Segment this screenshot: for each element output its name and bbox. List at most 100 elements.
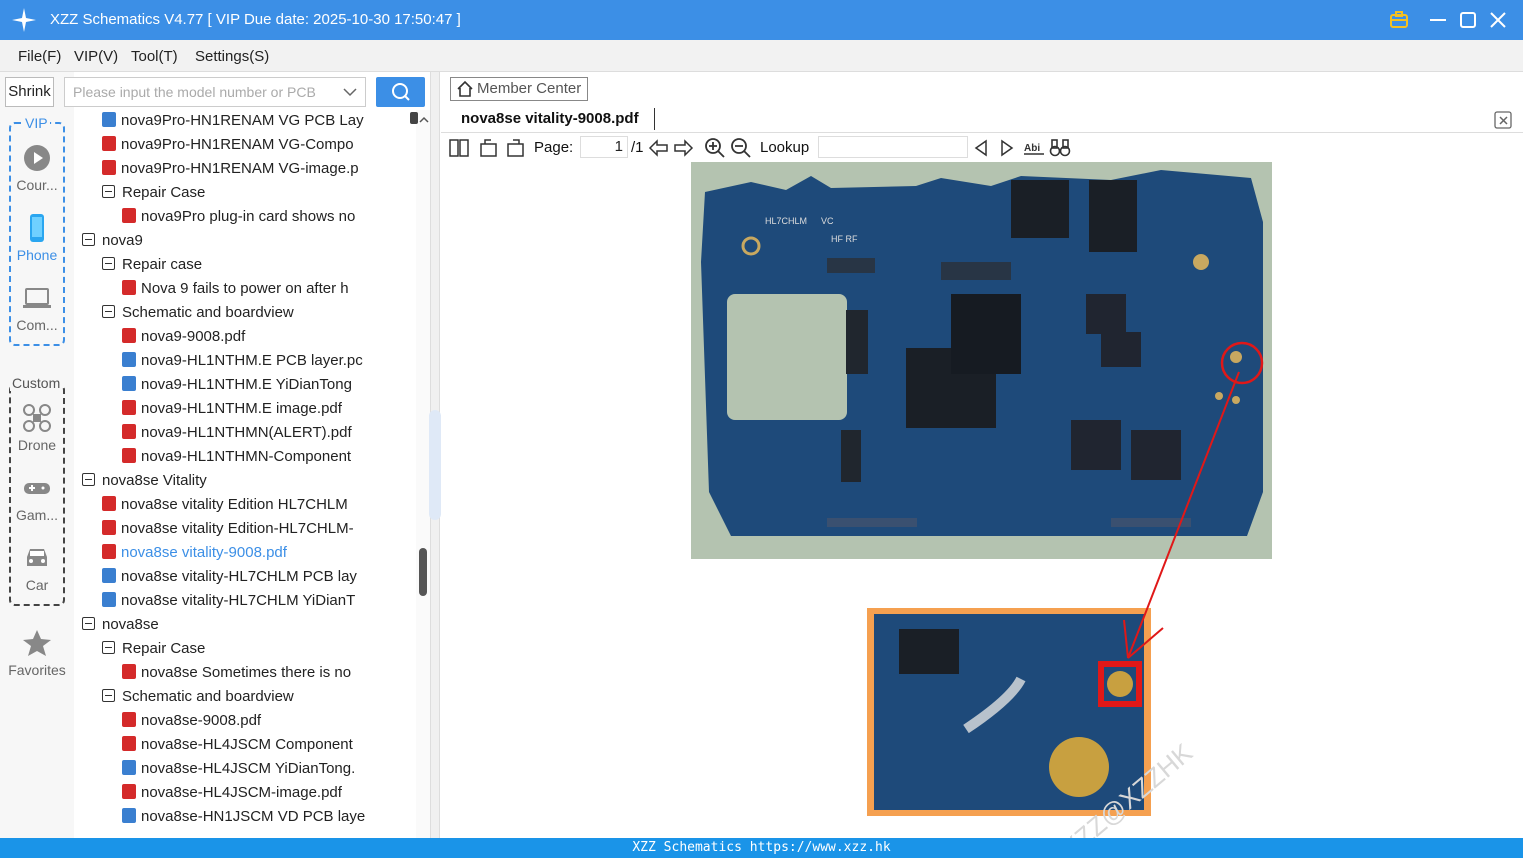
close-icon[interactable] <box>1484 6 1512 34</box>
collapse-icon[interactable] <box>102 689 115 702</box>
shrink-button[interactable]: Shrink <box>5 77 54 107</box>
tree-scroll-thumb[interactable] <box>419 548 427 596</box>
tree-file[interactable]: nova9Pro-HN1RENAM VG-image.p <box>102 158 430 182</box>
tree-file[interactable]: nova9Pro-HN1RENAM VG PCB Lay <box>102 110 430 134</box>
tree-item-label: Schematic and boardview <box>122 688 294 705</box>
tree-file[interactable]: nova8se vitality-HL7CHLM YiDianT <box>102 590 430 614</box>
tree-file[interactable]: nova8se-HN1JSCM VD PCB laye <box>122 806 430 830</box>
nav-item-course[interactable]: Cour... <box>2 143 72 193</box>
arrow-right-icon[interactable] <box>672 137 694 159</box>
tree-file[interactable]: nova8se vitality-HL7CHLM PCB lay <box>102 566 430 590</box>
tree-file[interactable]: nova9-HL1NTHM.E YiDianTong <box>122 374 430 398</box>
menu-file[interactable]: File(F) <box>18 48 61 65</box>
member-center-button[interactable]: Member Center <box>450 77 588 101</box>
collapse-icon[interactable] <box>102 257 115 270</box>
tree-folder[interactable]: Repair case <box>102 254 430 278</box>
tree-file[interactable]: nova8se Sometimes there is no <box>122 662 430 686</box>
tree-item-label: nova9 <box>102 232 143 249</box>
zoom-out-icon[interactable] <box>730 137 752 159</box>
tree-file[interactable]: nova8se vitality Edition-HL7CHLM- <box>102 518 430 542</box>
tree-folder[interactable]: Schematic and boardview <box>102 302 430 326</box>
minimize-icon[interactable] <box>1424 6 1452 34</box>
menu-vip[interactable]: VIP(V) <box>74 48 118 65</box>
tree-file[interactable]: nova9-HL1NTHMN-Component <box>122 446 430 470</box>
tree-folder[interactable]: Repair Case <box>102 182 430 206</box>
star-icon <box>23 630 51 656</box>
nav-item-phone[interactable]: Phone <box>2 213 72 263</box>
chevron-down-icon[interactable] <box>343 86 357 98</box>
tree-folder[interactable]: nova8se <box>82 614 430 638</box>
tree-folder[interactable]: Repair Case <box>102 638 430 662</box>
tree-folder[interactable]: Schematic and boardview <box>102 686 430 710</box>
tree-scroll-marker <box>410 112 418 124</box>
pdf-file-icon <box>122 712 136 727</box>
tree-file[interactable]: nova9-HL1NTHM.E PCB layer.pc <box>122 350 430 374</box>
menu-settings[interactable]: Settings(S) <box>195 48 269 65</box>
drone-icon <box>23 404 51 432</box>
collapse-icon[interactable] <box>82 617 95 630</box>
tree-file[interactable]: Nova 9 fails to power on after h <box>122 278 430 302</box>
tree-item-label: nova9-HL1NTHM.E image.pdf <box>141 400 342 417</box>
panel-splitter[interactable] <box>429 72 441 838</box>
tree-file[interactable]: nova9-9008.pdf <box>122 326 430 350</box>
tree-folder[interactable]: nova9 <box>82 230 430 254</box>
previous-result-icon[interactable] <box>972 137 990 159</box>
scroll-up-icon[interactable] <box>417 114 431 126</box>
tree-item-label: nova9-HL1NTHMN(ALERT).pdf <box>141 424 352 441</box>
tree-scrollbar[interactable] <box>410 110 431 838</box>
tree-file[interactable]: nova8se-HL4JSCM YiDianTong. <box>122 758 430 782</box>
tree-file[interactable]: nova8se vitality-9008.pdf <box>102 542 430 566</box>
rotate-right-icon[interactable] <box>504 137 526 159</box>
nav-item-car[interactable]: Car <box>2 543 72 593</box>
next-result-icon[interactable] <box>998 137 1016 159</box>
tree-item-label: Repair case <box>122 256 203 273</box>
pdf-file-icon <box>122 736 136 751</box>
tree-item-label: nova8se vitality Edition-HL7CHLM- <box>121 520 354 537</box>
page-number-input[interactable]: 1 <box>580 136 628 158</box>
nav-item-drone[interactable]: Drone <box>2 403 72 453</box>
play-circle-icon <box>24 145 50 171</box>
collapse-icon[interactable] <box>102 305 115 318</box>
close-tab-icon[interactable] <box>1494 111 1512 129</box>
rotate-left-icon[interactable] <box>478 137 500 159</box>
tree-file[interactable]: nova9Pro-HN1RENAM VG-Compo <box>102 134 430 158</box>
document-tab[interactable]: nova8se vitality-9008.pdf <box>461 110 639 127</box>
tree-file[interactable]: nova8se-HL4JSCM-image.pdf <box>122 782 430 806</box>
nav-item-label: Car <box>25 577 49 593</box>
binoculars-icon[interactable] <box>1049 137 1071 159</box>
nav-item-label: Gam... <box>15 507 58 523</box>
nav-item-favorites[interactable]: Favorites <box>2 628 72 678</box>
two-page-icon[interactable] <box>448 137 470 159</box>
tree-item-label: nova8se-HN1JSCM VD PCB laye <box>141 808 366 825</box>
match-case-icon[interactable]: Abi <box>1023 137 1045 159</box>
tree-file[interactable]: nova8se-9008.pdf <box>122 710 430 734</box>
menu-tool[interactable]: Tool(T) <box>131 48 178 65</box>
collapse-icon[interactable] <box>102 185 115 198</box>
tree-file[interactable]: nova8se-HL4JSCM Component <box>122 734 430 758</box>
tree-item-label: nova8se vitality-9008.pdf <box>121 544 287 561</box>
maximize-icon[interactable] <box>1454 6 1482 34</box>
tree-file[interactable]: nova9Pro plug-in card shows no <box>122 206 430 230</box>
phone-icon <box>30 214 44 242</box>
collapse-icon[interactable] <box>102 641 115 654</box>
tree-folder[interactable]: nova8se Vitality <box>82 470 430 494</box>
search-button[interactable] <box>376 77 425 107</box>
nav-item-game[interactable]: Gam... <box>2 473 72 523</box>
search-input[interactable]: Please input the model number or PCB <box>64 77 366 107</box>
pdf-file-icon <box>102 160 116 175</box>
pcb-file-icon <box>122 376 136 391</box>
collapse-icon[interactable] <box>82 233 95 246</box>
vip-briefcase-icon[interactable] <box>1385 6 1413 34</box>
collapse-icon[interactable] <box>82 473 95 486</box>
tree-file[interactable]: nova8se vitality Edition HL7CHLM <box>102 494 430 518</box>
arrow-left-icon[interactable] <box>648 137 670 159</box>
tree-file[interactable]: nova9-HL1NTHM.E image.pdf <box>122 398 430 422</box>
pdf-file-icon <box>122 784 136 799</box>
zoom-in-icon[interactable] <box>704 137 726 159</box>
nav-item-computer[interactable]: Com... <box>2 283 72 333</box>
lookup-input[interactable] <box>818 136 968 158</box>
nav-item-label: Favorites <box>8 662 66 678</box>
tree-item-label: nova9Pro-HN1RENAM VG PCB Lay <box>121 112 364 129</box>
splitter-handle[interactable] <box>429 410 441 520</box>
tree-file[interactable]: nova9-HL1NTHMN(ALERT).pdf <box>122 422 430 446</box>
